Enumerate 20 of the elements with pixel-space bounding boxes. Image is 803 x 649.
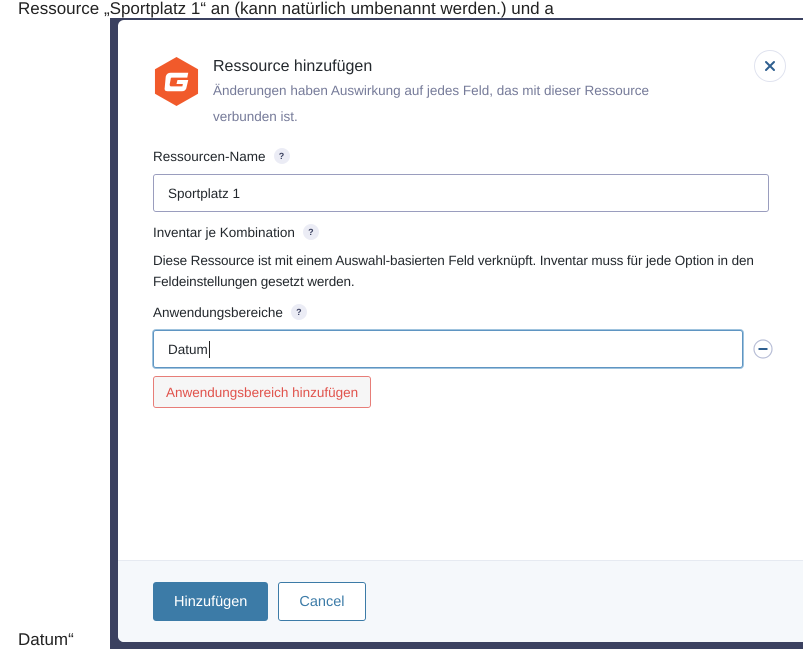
add-scope-button[interactable]: Anwendungsbereich hinzufügen — [153, 376, 372, 408]
background-text: Datum“ — [17, 631, 74, 649]
help-badge[interactable]: ? — [302, 224, 319, 240]
dialog-subtitle: Änderungen haben Auswirkung auf jedes Feld, das mit dieser Ressource verbunden ist. — [213, 82, 650, 126]
input-field[interactable]: Sportplatz 1 — [153, 174, 769, 212]
field-label: Inventar je Kombination — [153, 224, 295, 240]
cancel-button[interactable]: Cancel — [278, 582, 366, 621]
close-button[interactable] — [754, 50, 786, 82]
logo-icon — [153, 56, 200, 107]
close-icon — [764, 60, 776, 72]
help-badge[interactable]: ? — [290, 304, 307, 320]
remove-icon[interactable] — [753, 339, 773, 359]
dialog-title: Ressource hinzufügen — [213, 57, 374, 77]
field-label: Anwendungsbereiche — [153, 304, 283, 320]
submit-button[interactable]: Hinzufügen — [153, 582, 268, 621]
input-field[interactable]: Datum — [153, 330, 743, 368]
field-label: Ressourcen-Name — [153, 148, 266, 164]
background-text: Ressource „Sportplatz 1“ an (kann natürlich umbenannt werden.) und a — [17, 0, 555, 18]
help-badge[interactable]: ? — [274, 148, 290, 164]
info-text: Diese Ressource ist mit einem Auswahl-basierten Feld verknüpft. Inventar muss für jede Option in den Feldeinstellungen gesetzt werden. — [153, 252, 755, 291]
